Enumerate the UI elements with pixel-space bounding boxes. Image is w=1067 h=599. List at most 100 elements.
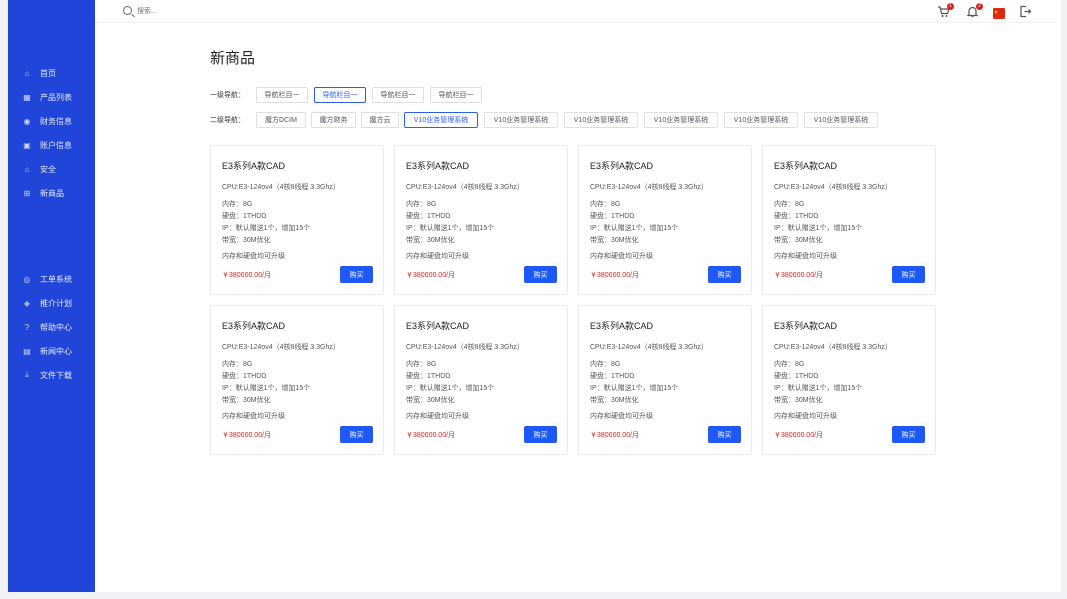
product-card: E3系列A款CAD CPU:E3-124ov4（4核8线程 3.3Ghz） 内存：8… [762,145,936,295]
level2-chip[interactable]: 魔方DCIM [256,112,306,128]
buy-button[interactable]: 购买 [892,266,925,283]
product-upgrade-note: 内存和硬盘均可升级 [590,413,653,420]
product-ip: IP：默认赠送1个，增加15个 [406,385,495,392]
product-title: E3系列A款CAD [406,161,470,171]
product-price: ￥380000.00/月 [406,432,456,439]
level2-chip-active[interactable]: V10业务管理系统 [404,112,478,128]
product-memory: 内存：8G [222,201,253,208]
product-price: ￥380000.00/月 [774,432,824,439]
buy-button[interactable]: 购买 [524,266,557,283]
product-disk: 硬盘：1THDD [590,373,635,380]
sidebar-item-label: 新商品 [40,188,64,198]
logout-icon [1020,5,1032,18]
sidebar-item-products[interactable]: ▦ 产品列表 [8,85,95,109]
level1-chip-active[interactable]: 导航栏目一 [314,87,366,103]
product-memory: 内存：8G [590,361,621,368]
sidebar-item-downloads[interactable]: ⤓ 文件下载 [8,363,95,387]
product-disk: 硬盘：1THDD [222,213,267,220]
level2-label: 二级导航： [210,117,245,124]
buy-button[interactable]: 购买 [524,426,557,443]
level2-chip[interactable]: V10业务管理系统 [564,112,638,128]
buy-button[interactable]: 购买 [708,266,741,283]
help-icon: ? [24,322,30,332]
product-bandwidth: 带宽：30M优化 [222,237,271,244]
level1-chip[interactable]: 导航栏目一 [430,87,482,103]
product-upgrade-note: 内存和硬盘均可升级 [774,413,837,420]
product-disk: 硬盘：1THDD [406,213,451,220]
buy-button[interactable]: 购买 [892,426,925,443]
sidebar-item-help[interactable]: ? 帮助中心 [8,315,95,339]
level2-chip[interactable]: V10业务管理系统 [804,112,878,128]
sidebar-item-home[interactable]: ⌂ 首页 [8,61,95,85]
level1-chip[interactable]: 导航栏目一 [372,87,424,103]
sidebar-item-label: 产品列表 [40,92,72,102]
sidebar-item-security[interactable]: ⌂ 安全 [8,157,95,181]
product-upgrade-note: 内存和硬盘均可升级 [222,253,285,260]
product-cpu: CPU:E3-124ov4（4核8线程 3.3Ghz） [406,344,524,351]
product-card: E3系列A款CAD CPU:E3-124ov4（4核8线程 3.3Ghz） 内存：8… [394,305,568,455]
china-flag-icon [993,8,1005,19]
product-cpu: CPU:E3-124ov4（4核8线程 3.3Ghz） [222,184,340,191]
product-disk: 硬盘：1THDD [774,373,819,380]
sidebar-item-news[interactable]: ▤ 新闻中心 [8,339,95,363]
sidebar-item-new-products[interactable]: ⊞ 新商品 [8,181,95,205]
sidebar-item-account[interactable]: ▣ 账户信息 [8,133,95,157]
product-price: ￥380000.00/月 [774,272,824,279]
sidebar-item-finance[interactable]: ◉ 财务信息 [8,109,95,133]
product-bandwidth: 带宽：30M优化 [590,397,639,404]
level2-chip[interactable]: 魔方云 [361,112,399,128]
logout-button[interactable] [1019,5,1033,18]
product-title: E3系列A款CAD [590,321,654,331]
search-input[interactable] [137,5,337,18]
product-price: ￥380000.00/月 [590,432,640,439]
product-upgrade-note: 内存和硬盘均可升级 [774,253,837,260]
level2-chip[interactable]: 魔方财务 [311,112,356,128]
sidebar-item-label: 新闻中心 [40,346,72,356]
level2-chip[interactable]: V10业务管理系统 [644,112,718,128]
grid-icon: ▦ [23,92,31,102]
sidebar-item-referral[interactable]: ◈ 推介计划 [8,291,95,315]
tag-icon: ◈ [23,298,31,308]
notification-badge: 2 [976,3,983,10]
product-memory: 内存：8G [406,201,437,208]
product-card: E3系列A款CAD CPU:E3-124ov4（4核8线程 3.3Ghz） 内存：8… [578,305,752,455]
product-title: E3系列A款CAD [590,161,654,171]
product-price: ￥380000.00/月 [222,272,272,279]
home-icon: ⌂ [24,68,30,78]
level2-chip[interactable]: V10业务管理系统 [724,112,798,128]
search-icon [123,6,132,15]
buy-button[interactable]: 购买 [708,426,741,443]
product-price: ￥380000.00/月 [222,432,272,439]
sidebar-item-label: 财务信息 [40,116,72,126]
cart-button[interactable]: 1 [937,3,954,18]
product-title: E3系列A款CAD [406,321,470,331]
product-cpu: CPU:E3-124ov4（4核8线程 3.3Ghz） [774,344,892,351]
product-cpu: CPU:E3-124ov4（4核8线程 3.3Ghz） [590,344,708,351]
level2-chip[interactable]: V10业务管理系统 [484,112,558,128]
product-memory: 内存：8G [406,361,437,368]
sidebar-item-tickets[interactable]: ◎ 工单系统 [8,267,95,291]
sidebar-item-label: 文件下载 [40,370,72,380]
language-button[interactable] [993,6,1007,19]
product-card: E3系列A款CAD CPU:E3-124ov4（4核8线程 3.3Ghz） 内存：8… [394,145,568,295]
product-bandwidth: 带宽：30M优化 [222,397,271,404]
sidebar-item-label: 安全 [40,164,56,174]
product-card: E3系列A款CAD CPU:E3-124ov4（4核8线程 3.3Ghz） 内存：8… [210,305,384,455]
product-ip: IP：默认赠送1个，增加15个 [222,225,311,232]
buy-button[interactable]: 购买 [340,266,373,283]
product-bandwidth: 带宽：30M优化 [774,397,823,404]
finance-icon: ◉ [23,116,31,126]
notification-button[interactable]: 2 [966,3,983,18]
product-ip: IP：默认赠送1个，增加15个 [774,225,863,232]
product-ip: IP：默认赠送1个，增加15个 [222,385,311,392]
sidebar: ⌂ 首页 ▦ 产品列表 ◉ 财务信息 ▣ 账户信息 ⌂ 安全 ⊞ 新商品 ◎ 工单系统 ◈ 推介… [8,0,95,592]
product-memory: 内存：8G [590,201,621,208]
sidebar-item-label: 推介计划 [40,298,72,308]
sidebar-item-label: 帮助中心 [40,322,72,332]
buy-button[interactable]: 购买 [340,426,373,443]
product-cpu: CPU:E3-124ov4（4核8线程 3.3Ghz） [406,184,524,191]
level1-chip[interactable]: 导航栏目一 [256,87,308,103]
product-upgrade-note: 内存和硬盘均可升级 [222,413,285,420]
page-title: 新商品 [210,50,256,67]
product-upgrade-note: 内存和硬盘均可升级 [406,413,469,420]
